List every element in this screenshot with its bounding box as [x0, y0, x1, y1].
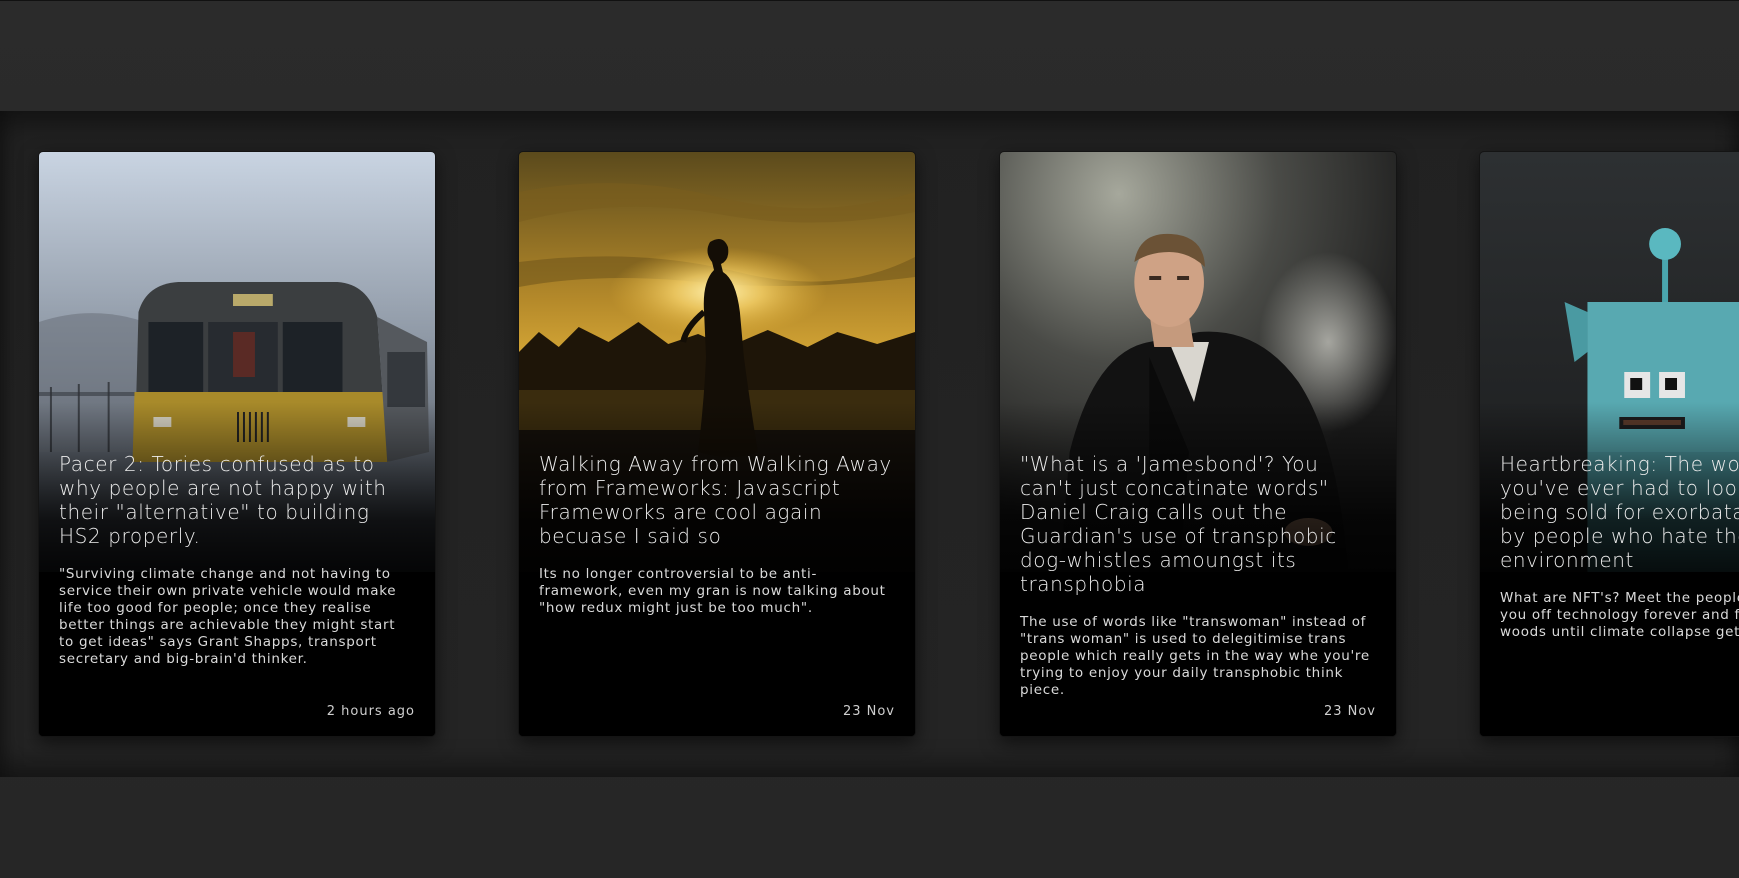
- card-date: 2 hours ago: [326, 704, 415, 719]
- news-card-3[interactable]: "What is a 'Jamesbond'? You can't just c…: [999, 151, 1397, 737]
- card-title[interactable]: Heartbreaking: The worst thing you've ev…: [1500, 452, 1739, 572]
- news-card-2[interactable]: Walking Away from Walking Away from Fram…: [518, 151, 916, 737]
- card-content: Heartbreaking: The worst thing you've ev…: [1500, 452, 1739, 641]
- news-card-4[interactable]: Heartbreaking: The worst thing you've ev…: [1479, 151, 1739, 737]
- card-title[interactable]: Walking Away from Walking Away from Fram…: [539, 452, 895, 548]
- news-card-1[interactable]: Pacer 2: Tories confused as to why peopl…: [38, 151, 436, 737]
- card-description: What are NFT's? Meet the people trying t…: [1500, 590, 1739, 640]
- card-date: 23 Nov: [1323, 704, 1376, 719]
- card-description: "Surviving climate change and not having…: [59, 566, 397, 667]
- card-description: The use of words like "transwoman" inste…: [1020, 614, 1370, 698]
- card-date: 23 Nov: [842, 704, 895, 719]
- card-content: Walking Away from Walking Away from Fram…: [539, 452, 895, 617]
- card-content: Pacer 2: Tories confused as to why peopl…: [59, 452, 415, 668]
- card-title[interactable]: Pacer 2: Tories confused as to why peopl…: [59, 452, 415, 548]
- card-content: "What is a 'Jamesbond'? You can't just c…: [1020, 452, 1376, 699]
- card-description: Its no longer controversial to be anti-f…: [539, 566, 886, 616]
- news-carousel-page: Pacer 2: Tories confused as to why peopl…: [0, 0, 1739, 878]
- card-title[interactable]: "What is a 'Jamesbond'? You can't just c…: [1020, 452, 1376, 596]
